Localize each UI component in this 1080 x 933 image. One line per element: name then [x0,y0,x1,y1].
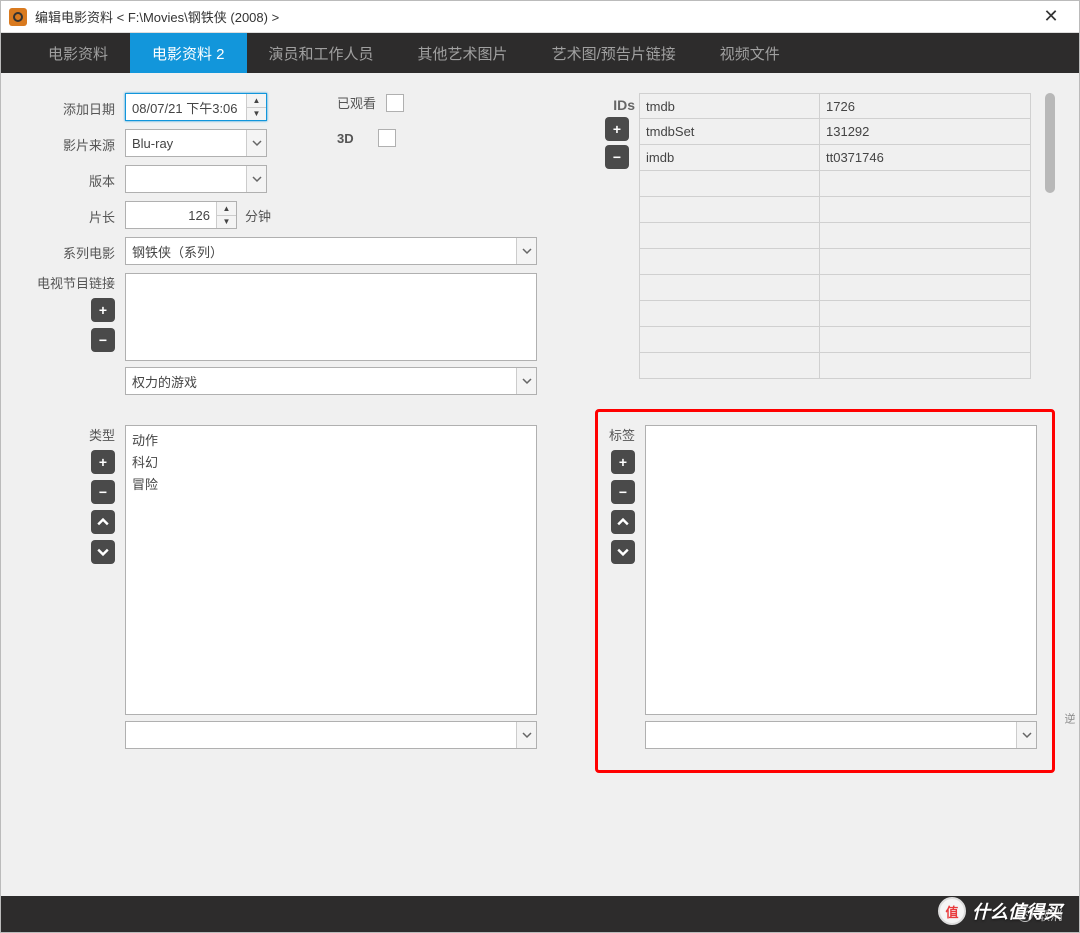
tags-list[interactable] [645,425,1037,715]
table-row[interactable] [639,249,1031,275]
right-column: IDs + − tmdb 1726 tmdbSet 131292 imdb [605,93,1055,876]
list-item[interactable]: 动作 [132,430,530,452]
left-column: 添加日期 08/07/21 下午3:06 ▲ ▼ 已观看 影片来 [25,93,585,876]
table-row[interactable] [639,301,1031,327]
chevron-down-icon [516,238,536,264]
watermark-text: 什么值得买 [972,898,1062,924]
source-select[interactable]: Blu-ray [125,129,267,157]
chevron-down-icon [516,368,536,394]
genre-up-button[interactable] [91,510,115,534]
tag-add-button[interactable]: + [611,450,635,474]
table-row[interactable] [639,223,1031,249]
ids-section: IDs + − tmdb 1726 tmdbSet 131292 imdb [605,93,1055,379]
watched-label: 已观看 [337,93,376,112]
ids-remove-button[interactable]: − [605,145,629,169]
tag-remove-button[interactable]: − [611,480,635,504]
ids-add-button[interactable]: + [605,117,629,141]
ids-label: IDs [605,93,635,113]
movieset-select[interactable]: 钢铁侠（系列） [125,237,537,265]
titlebar: 编辑电影资料 < F:\Movies\钢铁侠 (2008) > ✕ [1,1,1079,33]
genre-add-button[interactable]: + [91,450,115,474]
watched-checkbox[interactable] [386,94,404,112]
chevron-down-icon [246,130,266,156]
table-row[interactable] [639,353,1031,379]
table-row[interactable]: tmdb 1726 [639,93,1031,119]
date-up-icon[interactable]: ▲ [247,94,266,108]
date-added-label: 添加日期 [25,93,125,118]
chevron-down-icon [516,722,536,748]
genres-label: 类型 [89,425,115,444]
tvlinks-list[interactable] [125,273,537,361]
table-row[interactable]: tmdbSet 131292 [639,119,1031,145]
3d-checkbox[interactable] [378,129,396,147]
3d-label: 3D [337,131,354,146]
tvlinks-select[interactable]: 权力的游戏 [125,367,537,395]
source-label: 影片来源 [25,129,125,154]
chevron-down-icon [1016,722,1036,748]
window-title: 编辑电影资料 < F:\Movies\钢铁侠 (2008) > [35,7,1031,26]
tab-movie-info[interactable]: 电影资料 [26,33,130,73]
tag-select[interactable] [645,721,1037,749]
runtime-down-icon[interactable]: ▼ [217,216,236,229]
tab-other-artwork[interactable]: 其他艺术图片 [396,33,530,73]
runtime-up-icon[interactable]: ▲ [217,202,236,216]
table-row[interactable]: imdb tt0371746 [639,145,1031,171]
close-button[interactable]: ✕ [1031,2,1071,32]
edit-movie-window: 编辑电影资料 < F:\Movies\钢铁侠 (2008) > ✕ 电影资料 电… [0,0,1080,933]
tvlinks-add-button[interactable]: + [91,298,115,322]
tab-movie-info-2[interactable]: 电影资料 2 [130,33,247,73]
tab-bar: 电影资料 电影资料 2 演员和工作人员 其他艺术图片 艺术图/预告片链接 视频文… [1,33,1079,73]
table-row[interactable] [639,171,1031,197]
runtime-label: 片长 [25,201,125,226]
tvlinks-label: 电视节目链接 [37,273,115,292]
tab-video-files[interactable]: 视频文件 [698,33,802,73]
genres-list[interactable]: 动作 科幻 冒险 [125,425,537,715]
runtime-unit: 分钟 [245,206,271,225]
genre-remove-button[interactable]: − [91,480,115,504]
list-item[interactable]: 冒险 [132,474,530,496]
tag-up-button[interactable] [611,510,635,534]
tab-artwork-trailer[interactable]: 艺术图/预告片链接 [530,33,698,73]
watermark: 值 什么值得买 [938,897,1062,925]
table-row[interactable] [639,275,1031,301]
app-icon [9,8,27,26]
genre-select[interactable] [125,721,537,749]
ids-scrollbar[interactable] [1045,93,1055,193]
footer: ✕ 取消 [1,896,1079,932]
ids-table: tmdb 1726 tmdbSet 131292 imdb tt0371746 [639,93,1031,379]
edition-select[interactable] [125,165,267,193]
runtime-input[interactable]: 126 ▲ ▼ [125,201,237,229]
edition-label: 版本 [25,165,125,190]
movieset-label: 系列电影 [25,237,125,262]
content-area: 添加日期 08/07/21 下午3:06 ▲ ▼ 已观看 影片来 [1,73,1079,896]
list-item[interactable]: 科幻 [132,452,530,474]
tab-cast-crew[interactable]: 演员和工作人员 [247,33,396,73]
side-cut-text: 逆 [1061,713,1077,724]
tags-label: 标签 [609,425,635,444]
date-added-input[interactable]: 08/07/21 下午3:06 ▲ ▼ [125,93,267,121]
date-down-icon[interactable]: ▼ [247,108,266,121]
table-row[interactable] [639,197,1031,223]
watermark-badge: 值 [938,897,966,925]
tvlinks-remove-button[interactable]: − [91,328,115,352]
tag-down-button[interactable] [611,540,635,564]
chevron-down-icon [246,166,266,192]
table-row[interactable] [639,327,1031,353]
genre-down-button[interactable] [91,540,115,564]
